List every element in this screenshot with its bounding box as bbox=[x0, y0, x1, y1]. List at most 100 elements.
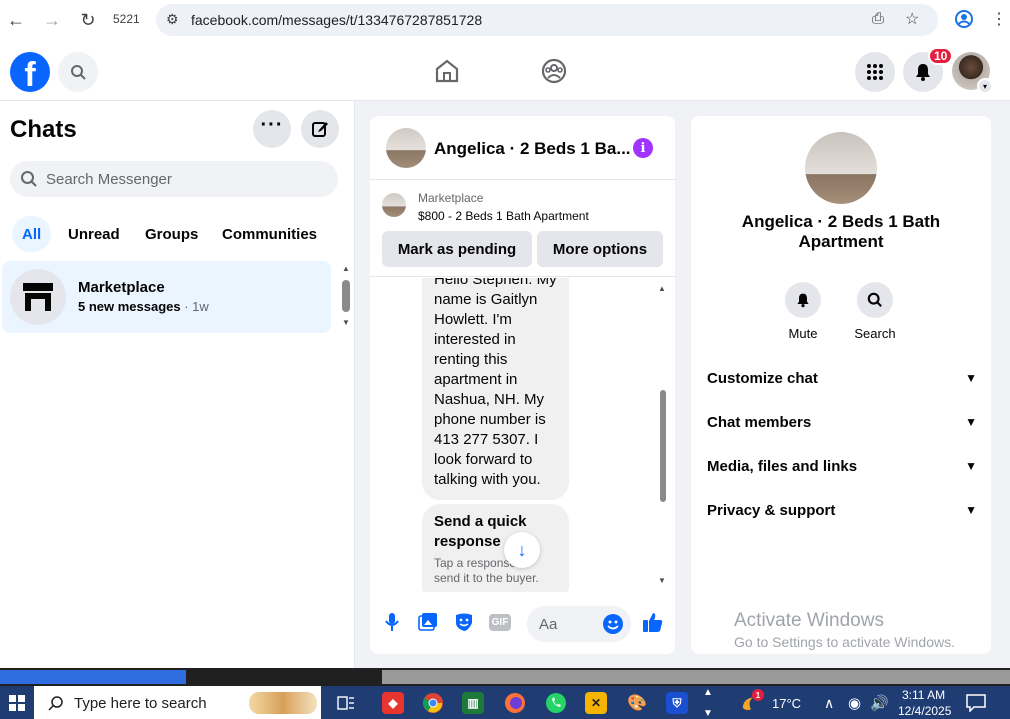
anydesk-icon[interactable]: ◆ bbox=[382, 692, 404, 714]
more-options-button[interactable]: More options bbox=[537, 231, 663, 267]
reload-icon[interactable]: ↻ bbox=[76, 8, 100, 32]
profile-icon[interactable] bbox=[953, 8, 975, 30]
media-files-links-section[interactable]: Media, files and links ▼ bbox=[707, 454, 977, 478]
notification-center-icon[interactable] bbox=[965, 692, 987, 714]
firefox-icon[interactable] bbox=[504, 692, 526, 714]
menu-grid-icon[interactable] bbox=[855, 52, 895, 92]
clock-date[interactable]: 12/4/2025 bbox=[898, 704, 951, 718]
sticker-icon[interactable] bbox=[452, 610, 476, 634]
thumbs-up-icon[interactable] bbox=[641, 610, 665, 634]
location-icon[interactable]: ◉ bbox=[848, 694, 861, 712]
bitwarden-shield-icon[interactable]: ⛨ bbox=[666, 692, 688, 714]
xmind-icon[interactable]: ✕ bbox=[585, 692, 607, 714]
customize-chat-section[interactable]: Customize chat ▼ bbox=[707, 366, 977, 390]
search-label: Search bbox=[854, 326, 896, 341]
scrollbar-thumb-right[interactable] bbox=[382, 670, 1010, 684]
marketplace-label: Marketplace bbox=[418, 191, 484, 205]
tab-count[interactable]: 5221 bbox=[113, 12, 140, 26]
more-options-icon[interactable]: ··· bbox=[253, 110, 291, 148]
whatsapp-icon[interactable] bbox=[545, 692, 567, 714]
new-message-icon[interactable] bbox=[301, 110, 339, 148]
browser-menu-icon[interactable]: ⋮ bbox=[988, 8, 1010, 30]
gif-icon[interactable]: GIF bbox=[488, 610, 512, 634]
microphone-icon[interactable] bbox=[380, 610, 404, 634]
task-view-icon[interactable] bbox=[335, 692, 357, 714]
chrome-icon[interactable] bbox=[422, 692, 444, 714]
conversation-title[interactable]: Angelica · 2 Beds 1 Ba... bbox=[434, 139, 631, 159]
chevron-down-icon: ▼ bbox=[965, 415, 977, 429]
section-label: Privacy & support bbox=[707, 501, 836, 519]
tab-groups[interactable]: Groups bbox=[135, 216, 208, 252]
search-icon[interactable] bbox=[58, 52, 98, 92]
search-messenger-input[interactable]: Search Messenger bbox=[10, 161, 338, 197]
marketplace-store-icon bbox=[10, 269, 66, 325]
quick-response-card[interactable]: Send a quick response Tap a response to … bbox=[422, 504, 569, 592]
facebook-header: f bbox=[0, 43, 1010, 101]
taskbar-scroll-down-icon[interactable]: ▼ bbox=[703, 708, 713, 719]
chat-list-scrollbar[interactable]: ▲ ▼ bbox=[340, 264, 352, 330]
info-icon[interactable]: i bbox=[633, 138, 653, 158]
activate-windows-subtitle: Go to Settings to activate Windows. bbox=[734, 634, 955, 650]
listing-thumbnail[interactable] bbox=[382, 193, 406, 217]
conversation-avatar[interactable] bbox=[386, 128, 426, 168]
quick-response-subtitle: Tap a response to send it to the buyer. bbox=[434, 556, 539, 585]
chevron-down-icon: ▼ bbox=[965, 459, 977, 473]
chat-members-section[interactable]: Chat members ▼ bbox=[707, 410, 977, 434]
spreadsheet-icon[interactable]: ▥ bbox=[462, 692, 484, 714]
conversation-details-panel: Angelica · 2 Beds 1 Bath Apartment Mute … bbox=[691, 116, 991, 654]
forward-icon[interactable]: → bbox=[40, 8, 64, 32]
privacy-support-section[interactable]: Privacy & support ▼ bbox=[707, 498, 977, 522]
chat-list-item-marketplace[interactable]: Marketplace 5 new messages · 1w bbox=[2, 261, 331, 333]
install-app-icon[interactable]: ⎙ bbox=[872, 10, 884, 27]
tab-unread[interactable]: Unread bbox=[58, 216, 130, 252]
conversation-header: Angelica · 2 Beds 1 Ba... i bbox=[370, 116, 675, 180]
chat-name: Marketplace bbox=[78, 279, 165, 296]
home-icon[interactable] bbox=[433, 57, 461, 85]
photo-gallery-icon[interactable] bbox=[416, 610, 440, 634]
details-title: Angelica · 2 Beds 1 Bath Apartment bbox=[741, 212, 941, 251]
url-text[interactable]: facebook.com/messages/t/1334767287851728 bbox=[191, 12, 482, 28]
chat-preview-text: 5 new messages bbox=[78, 299, 181, 314]
groups-icon[interactable] bbox=[540, 57, 568, 85]
show-hidden-icons-chevron-icon[interactable]: ∧ bbox=[824, 695, 834, 712]
search-conversation-button[interactable]: Search bbox=[845, 282, 905, 341]
scroll-down-arrow-icon[interactable]: ↓ bbox=[504, 532, 540, 568]
windows-start-icon[interactable] bbox=[0, 686, 34, 719]
scrollbar-thumb-left[interactable] bbox=[0, 670, 186, 684]
listing-avatar[interactable] bbox=[805, 132, 877, 204]
message-list: Hello Stephen. My name is Gaitlyn Howlet… bbox=[370, 278, 675, 592]
taskbar-search-placeholder: Type here to search bbox=[74, 695, 207, 712]
taskbar-scroll-up-icon[interactable]: ▲ bbox=[703, 687, 713, 698]
marketplace-listing-bar: Marketplace $800 - 2 Beds 1 Bath Apartme… bbox=[370, 181, 675, 277]
bookmark-star-icon[interactable]: ☆ bbox=[905, 9, 919, 29]
taskbar-search-box[interactable]: Type here to search bbox=[34, 686, 321, 719]
chevron-down-icon: ▼ bbox=[965, 371, 977, 385]
temperature-text[interactable]: 17°C bbox=[772, 696, 801, 711]
message-composer: GIF Aa bbox=[370, 600, 675, 646]
browser-toolbar: ← → ↻ 5221 ⚙ facebook.com/messages/t/133… bbox=[0, 0, 1010, 40]
site-settings-icon[interactable]: ⚙ bbox=[166, 11, 179, 28]
page-horizontal-scrollbar[interactable] bbox=[0, 668, 1010, 686]
listing-title[interactable]: $800 - 2 Beds 1 Bath Apartment bbox=[418, 209, 589, 223]
chevron-down-icon[interactable]: ▾ bbox=[977, 78, 993, 94]
cheetah-search-highlight-icon bbox=[249, 692, 317, 714]
chat-time: · 1w bbox=[180, 299, 209, 314]
back-icon[interactable]: ← bbox=[4, 8, 28, 32]
notification-badge: 10 bbox=[928, 47, 954, 65]
conversation-scrollbar[interactable]: ▲ ▼ bbox=[656, 284, 668, 588]
speaker-icon[interactable]: 🔊 bbox=[870, 694, 889, 712]
clock-time[interactable]: 3:11 AM bbox=[902, 688, 945, 702]
chats-title: Chats bbox=[10, 116, 77, 143]
paint-icon[interactable]: 🎨 bbox=[626, 692, 648, 714]
mute-button[interactable]: Mute bbox=[773, 282, 833, 341]
address-bar[interactable]: ⚙ facebook.com/messages/t/13347672878517… bbox=[156, 4, 938, 36]
facebook-logo[interactable]: f bbox=[10, 52, 50, 92]
tab-all[interactable]: All bbox=[12, 216, 52, 252]
mark-as-pending-button[interactable]: Mark as pending bbox=[382, 231, 532, 267]
mute-label: Mute bbox=[788, 326, 818, 341]
search-placeholder: Search Messenger bbox=[46, 171, 172, 188]
emoji-icon[interactable] bbox=[601, 612, 625, 636]
tab-communities[interactable]: Communities bbox=[212, 216, 327, 252]
message-bubble[interactable]: Hello Stephen. My name is Gaitlyn Howlet… bbox=[422, 278, 569, 500]
section-label: Media, files and links bbox=[707, 457, 858, 475]
